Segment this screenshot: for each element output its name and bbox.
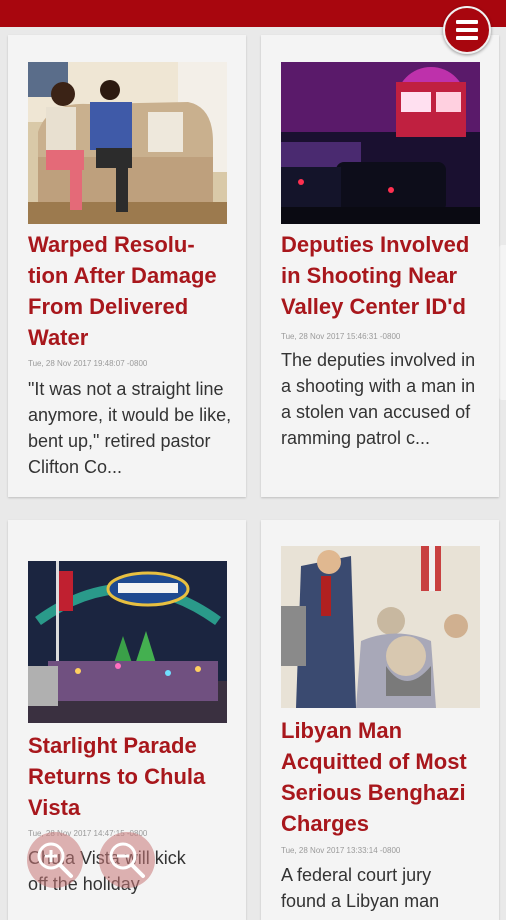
article-image <box>28 62 227 224</box>
article-card[interactable]: Deputies Involved in Shooting Near Valle… <box>261 35 499 497</box>
zoom-in-button[interactable] <box>27 832 83 888</box>
article-date: Tue, 28 Nov 2017 13:33:14 -0800 <box>281 846 401 855</box>
scroll-indicator[interactable] <box>499 245 506 400</box>
article-image <box>281 546 480 708</box>
article-image <box>28 561 227 723</box>
article-card[interactable]: Warped Resolu-tion After Damage From Del… <box>8 35 246 497</box>
article-title[interactable]: Starlight Parade Returns to Chula Vista <box>28 730 228 823</box>
article-date: Tue, 28 Nov 2017 15:46:31 -0800 <box>281 332 401 341</box>
article-summary: "It was not a straight line anymore, it … <box>28 379 232 477</box>
article-title[interactable]: Deputies Involved in Shooting Near Valle… <box>281 229 487 322</box>
menu-icon <box>456 20 478 24</box>
article-card[interactable]: Libyan Man Acquitted of Most Serious Ben… <box>261 520 499 920</box>
zoom-in-icon <box>37 842 73 878</box>
menu-button[interactable] <box>443 6 491 54</box>
article-summary: A federal court jury found a Libyan man <box>281 865 440 911</box>
zoom-out-icon <box>109 842 145 878</box>
top-app-bar <box>0 0 506 27</box>
article-date: Tue, 28 Nov 2017 19:48:07 -0800 <box>28 359 148 368</box>
article-summary: The deputies involved in a shooting with… <box>281 350 476 448</box>
article-title[interactable]: Warped Resolu-tion After Damage From Del… <box>28 229 233 353</box>
zoom-out-button[interactable] <box>99 832 155 888</box>
article-title[interactable]: Libyan Man Acquitted of Most Serious Ben… <box>281 715 487 839</box>
article-image <box>281 62 480 224</box>
